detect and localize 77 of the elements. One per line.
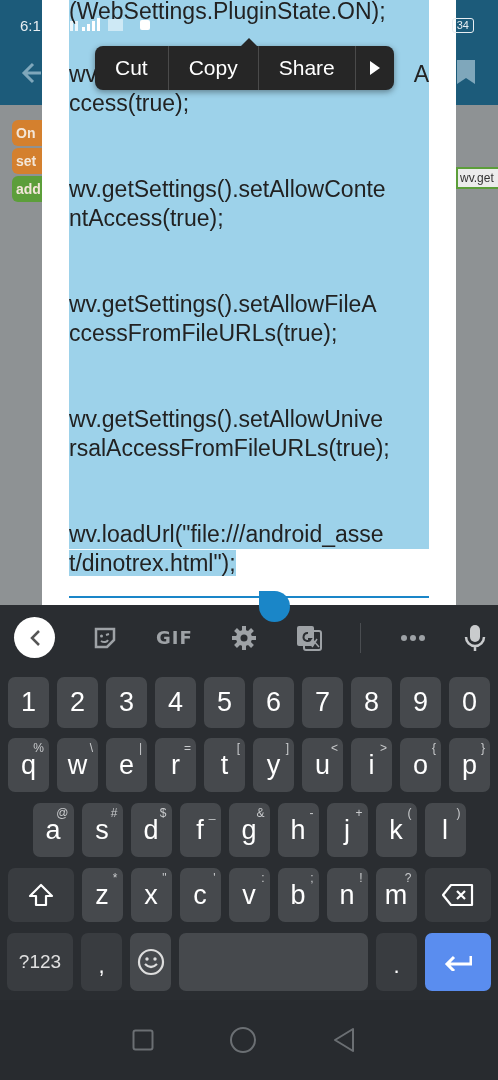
- key[interactable]: .: [376, 933, 417, 991]
- key[interactable]: i >: [351, 738, 392, 792]
- key[interactable]: o {: [400, 738, 441, 792]
- backspace-icon: [441, 883, 474, 907]
- key[interactable]: 9: [400, 677, 441, 728]
- symbols-key[interactable]: ?123: [7, 933, 73, 991]
- key[interactable]: a @: [32, 803, 74, 857]
- key[interactable]: w \: [57, 738, 98, 792]
- key[interactable]: u <: [302, 738, 343, 792]
- key[interactable]: c ': [179, 868, 221, 922]
- smiley-icon: [136, 948, 165, 976]
- more-dots-icon[interactable]: [399, 633, 426, 642]
- triangle-left-icon[interactable]: [331, 1027, 356, 1053]
- code-text: wv.getSettings().setAllowConte: [69, 176, 386, 202]
- key[interactable]: 0: [449, 677, 490, 728]
- key[interactable]: g &: [228, 803, 270, 857]
- key[interactable]: 7: [302, 677, 343, 728]
- key[interactable]: r =: [155, 738, 196, 792]
- square-icon[interactable]: [132, 1029, 155, 1051]
- menu-item[interactable]: Copy: [168, 46, 259, 90]
- key[interactable]: 4: [155, 677, 196, 728]
- key[interactable]: y ]: [253, 738, 294, 792]
- code-text: wv.loadUrl("file:///android_asse: [69, 521, 384, 547]
- key[interactable]: b ;: [277, 868, 319, 922]
- key[interactable]: 1: [8, 677, 49, 728]
- key[interactable]: p }: [449, 738, 490, 792]
- key[interactable]: q %: [8, 738, 49, 792]
- chevron-left-icon: [28, 628, 41, 647]
- shift-key[interactable]: [7, 868, 74, 922]
- translate-icon[interactable]: [295, 624, 322, 651]
- code-text: wv: [69, 60, 98, 89]
- key[interactable]: x ": [130, 868, 172, 922]
- battery-level: 34: [451, 17, 474, 33]
- code-text: ntAccess(true);: [69, 205, 224, 231]
- key[interactable]: 6: [253, 677, 294, 728]
- sticker-icon[interactable]: [93, 625, 118, 650]
- key[interactable]: n !: [326, 868, 368, 922]
- code-text: wv.getSettings().setAllowFileA: [69, 291, 377, 317]
- key[interactable]: s #: [81, 803, 123, 857]
- code-text: A: [413, 60, 429, 89]
- key[interactable]: t [: [204, 738, 245, 792]
- return-arrow-icon: [444, 953, 472, 971]
- circle-icon[interactable]: [229, 1026, 257, 1054]
- key[interactable]: 5: [204, 677, 245, 728]
- backspace-key[interactable]: [424, 868, 491, 922]
- key[interactable]: e |: [106, 738, 147, 792]
- back-arrow-icon[interactable]: [20, 61, 41, 85]
- key[interactable]: ,: [81, 933, 122, 991]
- code-text: wv.getSettings().setAllowUnive: [69, 406, 384, 432]
- settings-icon[interactable]: [231, 624, 258, 651]
- code-text: ccessFromFileURLs(true);: [69, 320, 338, 346]
- key[interactable]: 8: [351, 677, 392, 728]
- key[interactable]: j +: [326, 803, 368, 857]
- key[interactable]: l ): [424, 803, 466, 857]
- key[interactable]: m ?: [375, 868, 417, 922]
- key[interactable]: 2: [57, 677, 98, 728]
- code-text: (WebSettings.PluginState.ON);: [69, 0, 386, 24]
- key[interactable]: 3: [106, 677, 147, 728]
- code-text: rsalAccessFromFileURLs(true);: [69, 435, 390, 461]
- gif-button[interactable]: GIF: [155, 627, 193, 648]
- collapse-button[interactable]: [14, 617, 55, 658]
- clock-time: 6:1: [20, 16, 42, 34]
- key[interactable]: d $: [130, 803, 172, 857]
- key[interactable]: f _: [179, 803, 221, 857]
- key[interactable]: h -: [277, 803, 319, 857]
- enter-key[interactable]: [425, 933, 491, 991]
- menu-item[interactable]: Share: [258, 46, 356, 90]
- key[interactable]: v :: [228, 868, 270, 922]
- shift-arrow-icon: [27, 883, 54, 907]
- menu-item[interactable]: Cut: [95, 46, 169, 90]
- microphone-icon[interactable]: [463, 623, 486, 652]
- emoji-key[interactable]: [130, 933, 171, 991]
- key[interactable]: k (: [375, 803, 417, 857]
- key[interactable]: z *: [81, 868, 123, 922]
- code-text: ccess(true);: [69, 90, 190, 116]
- code-text: t/dinotrex.html");: [69, 550, 236, 576]
- code-block[interactable]: wv.get: [456, 167, 498, 189]
